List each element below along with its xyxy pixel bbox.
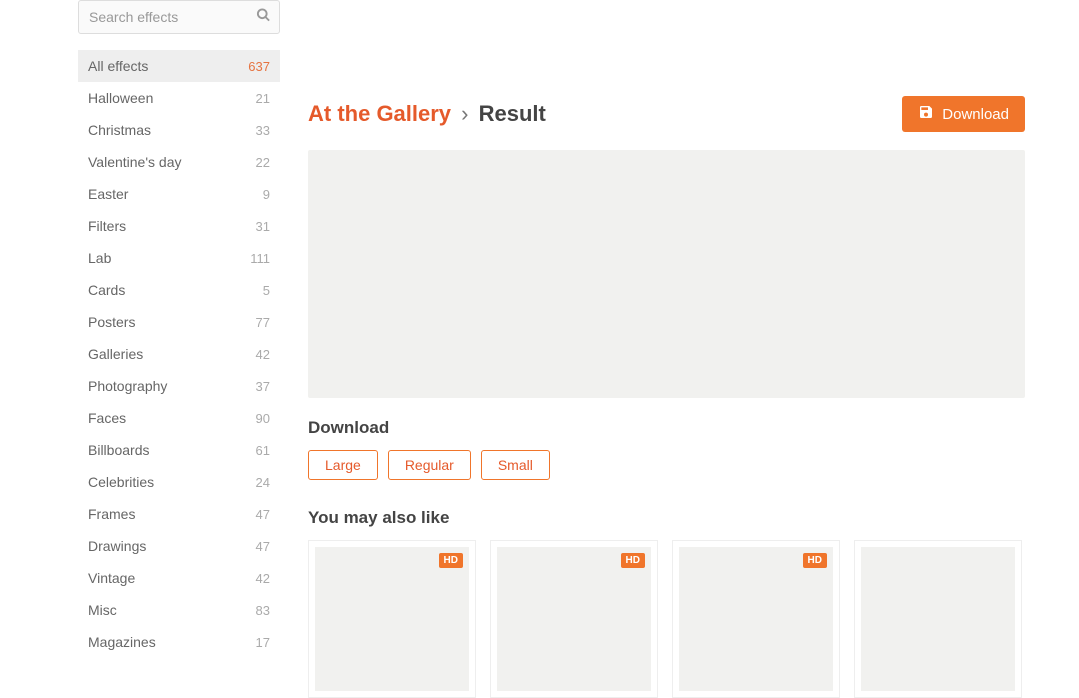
main-content: At the Gallery › Result Download Downloa… [280, 0, 1079, 698]
breadcrumb-current: Result [479, 101, 546, 126]
save-icon [918, 104, 934, 124]
ad-space [308, 0, 1025, 96]
category-item[interactable]: Filters 31 [78, 210, 280, 242]
breadcrumb-separator: › [461, 101, 468, 126]
category-label: Magazines [88, 634, 156, 650]
category-label: Frames [88, 506, 135, 522]
download-section-label: Download [308, 418, 1025, 438]
category-count: 24 [256, 475, 270, 490]
category-item[interactable]: Christmas 33 [78, 114, 280, 146]
category-label: Filters [88, 218, 126, 234]
size-small-button[interactable]: Small [481, 450, 550, 480]
category-item[interactable]: Faces 90 [78, 402, 280, 434]
category-count: 37 [256, 379, 270, 394]
category-count: 22 [256, 155, 270, 170]
category-count: 31 [256, 219, 270, 234]
category-item[interactable]: Halloween 21 [78, 82, 280, 114]
category-label: Drawings [88, 538, 146, 554]
category-label: Posters [88, 314, 135, 330]
size-large-button[interactable]: Large [308, 450, 378, 480]
category-item[interactable]: Frames 47 [78, 498, 280, 530]
category-label: Christmas [88, 122, 151, 138]
also-like-label: You may also like [308, 508, 1025, 528]
sidebar: All effects 637 Halloween 21 Christmas 33 Vale… [0, 0, 280, 698]
category-item[interactable]: Easter 9 [78, 178, 280, 210]
like-thumbnail [315, 547, 469, 691]
like-card[interactable] [854, 540, 1022, 698]
category-item[interactable]: All effects 637 [78, 50, 280, 82]
download-button[interactable]: Download [902, 96, 1025, 132]
category-item[interactable]: Cards 5 [78, 274, 280, 306]
category-item[interactable]: Posters 77 [78, 306, 280, 338]
category-label: All effects [88, 58, 148, 74]
category-count: 61 [256, 443, 270, 458]
download-button-label: Download [942, 106, 1009, 123]
category-label: Vintage [88, 570, 135, 586]
hd-badge: HD [803, 553, 827, 568]
category-count: 9 [263, 187, 270, 202]
size-options: Large Regular Small [308, 450, 1025, 480]
category-count: 42 [256, 347, 270, 362]
category-count: 21 [256, 91, 270, 106]
category-item[interactable]: Misc 83 [78, 594, 280, 626]
like-grid: HD HD HD [308, 540, 1025, 698]
category-count: 77 [256, 315, 270, 330]
category-count: 111 [250, 251, 270, 266]
category-label: Easter [88, 186, 128, 202]
category-item[interactable]: Celebrities 24 [78, 466, 280, 498]
breadcrumb: At the Gallery › Result [308, 101, 546, 127]
category-list: All effects 637 Halloween 21 Christmas 33 Vale… [78, 50, 280, 658]
category-item[interactable]: Vintage 42 [78, 562, 280, 594]
category-count: 637 [248, 59, 270, 74]
hd-badge: HD [621, 553, 645, 568]
category-label: Halloween [88, 90, 153, 106]
category-count: 33 [256, 123, 270, 138]
category-count: 5 [263, 283, 270, 298]
header-row: At the Gallery › Result Download [308, 96, 1025, 132]
category-label: Photography [88, 378, 167, 394]
like-card[interactable]: HD [308, 540, 476, 698]
category-item[interactable]: Drawings 47 [78, 530, 280, 562]
category-label: Galleries [88, 346, 143, 362]
like-card[interactable]: HD [490, 540, 658, 698]
search-box [78, 0, 280, 34]
category-count: 17 [256, 635, 270, 650]
result-image [308, 150, 1025, 398]
like-thumbnail [861, 547, 1015, 691]
category-item[interactable]: Billboards 61 [78, 434, 280, 466]
search-icon[interactable] [256, 8, 271, 27]
category-label: Misc [88, 602, 117, 618]
category-item[interactable]: Photography 37 [78, 370, 280, 402]
category-count: 83 [256, 603, 270, 618]
like-thumbnail [679, 547, 833, 691]
category-item[interactable]: Lab 111 [78, 242, 280, 274]
size-regular-button[interactable]: Regular [388, 450, 471, 480]
like-card[interactable]: HD [672, 540, 840, 698]
hd-badge: HD [439, 553, 463, 568]
category-item[interactable]: Magazines 17 [78, 626, 280, 658]
category-label: Valentine's day [88, 154, 181, 170]
category-label: Billboards [88, 442, 149, 458]
category-item[interactable]: Valentine's day 22 [78, 146, 280, 178]
category-label: Faces [88, 410, 126, 426]
category-count: 90 [256, 411, 270, 426]
category-item[interactable]: Galleries 42 [78, 338, 280, 370]
like-thumbnail [497, 547, 651, 691]
category-count: 47 [256, 507, 270, 522]
category-label: Celebrities [88, 474, 154, 490]
breadcrumb-link[interactable]: At the Gallery [308, 101, 451, 126]
search-input[interactable] [79, 1, 279, 33]
category-label: Lab [88, 250, 111, 266]
category-count: 47 [256, 539, 270, 554]
category-count: 42 [256, 571, 270, 586]
category-label: Cards [88, 282, 125, 298]
